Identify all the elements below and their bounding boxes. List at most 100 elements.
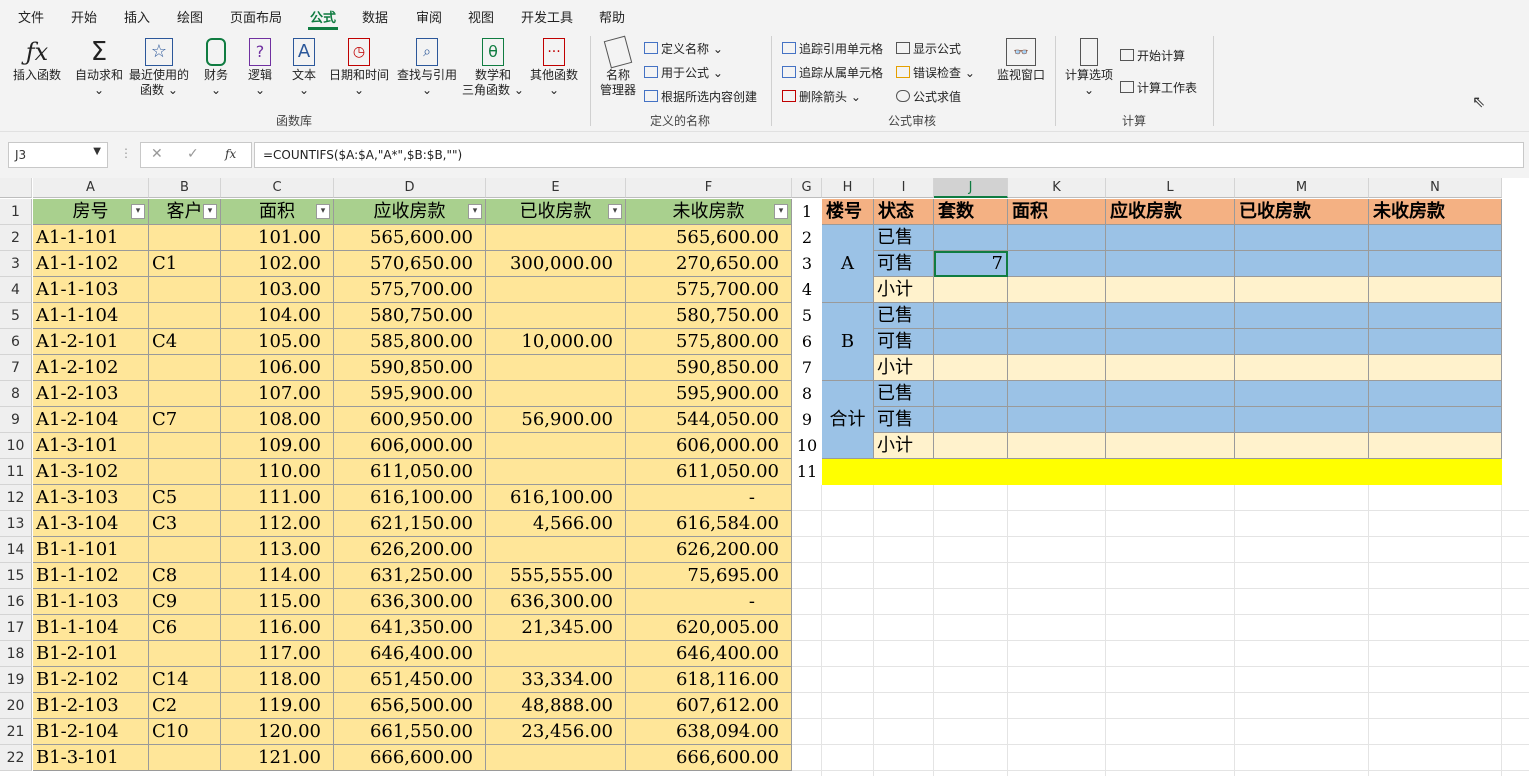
table-cell[interactable]: 616,100.00	[334, 485, 486, 511]
table-cell[interactable]: 555,555.00	[486, 563, 626, 589]
table-cell[interactable]: 646,400.00	[334, 641, 486, 667]
table-cell[interactable]: 606,000.00	[626, 433, 792, 459]
table-cell[interactable]: 118.00	[221, 667, 334, 693]
calc-options-button[interactable]: 计算选项 ⌄	[1062, 38, 1116, 98]
table-cell[interactable]: C2	[149, 693, 221, 719]
table-cell[interactable]: A1-1-101	[33, 225, 149, 251]
table-cell[interactable]: 575,700.00	[334, 277, 486, 303]
menu-tab[interactable]: 开始	[71, 7, 97, 26]
table-cell[interactable]: 111.00	[221, 485, 334, 511]
table-cell[interactable]: B1-3-101	[33, 745, 149, 771]
table-cell[interactable]: 23,456.00	[486, 719, 626, 745]
menu-tab[interactable]: 数据	[362, 7, 388, 26]
table-cell[interactable]: 606,000.00	[334, 433, 486, 459]
row-header[interactable]: 9	[0, 407, 32, 433]
summary-cell[interactable]	[1369, 225, 1502, 251]
column-header[interactable]: J	[934, 178, 1008, 198]
column-header[interactable]: H	[822, 178, 874, 198]
table-cell[interactable]: 565,600.00	[334, 225, 486, 251]
filter-dropdown-icon[interactable]: ▾	[316, 204, 330, 219]
row-header[interactable]: 22	[0, 745, 32, 771]
table-cell[interactable]: 620,005.00	[626, 615, 792, 641]
table-cell[interactable]: 641,350.00	[334, 615, 486, 641]
summary-cell[interactable]	[1008, 303, 1106, 329]
table-cell[interactable]	[486, 459, 626, 485]
summary-cell[interactable]	[1106, 225, 1235, 251]
table-cell[interactable]: 611,050.00	[626, 459, 792, 485]
row-header[interactable]: 7	[0, 355, 32, 381]
filter-dropdown-icon[interactable]: ▾	[203, 204, 217, 219]
summary-cell[interactable]	[1369, 381, 1502, 407]
table-cell[interactable]	[149, 277, 221, 303]
table-cell[interactable]: -	[626, 485, 792, 511]
table-cell[interactable]	[486, 225, 626, 251]
table-cell[interactable]	[486, 355, 626, 381]
status-cell[interactable]: 可售	[874, 329, 934, 355]
row-header[interactable]: 19	[0, 667, 32, 693]
table-cell[interactable]: 107.00	[221, 381, 334, 407]
table-cell[interactable]: C9	[149, 589, 221, 615]
table-cell[interactable]: C6	[149, 615, 221, 641]
table-cell[interactable]: 103.00	[221, 277, 334, 303]
table-cell[interactable]: 117.00	[221, 641, 334, 667]
table-cell[interactable]: 618,116.00	[626, 667, 792, 693]
table-cell[interactable]	[149, 355, 221, 381]
table-cell[interactable]: 75,695.00	[626, 563, 792, 589]
summary-cell[interactable]	[1369, 303, 1502, 329]
table-cell[interactable]: 544,050.00	[626, 407, 792, 433]
row-header[interactable]: 1	[0, 199, 32, 225]
summary-cell[interactable]	[934, 225, 1008, 251]
table-cell[interactable]: B1-2-102	[33, 667, 149, 693]
trace-precedents-button[interactable]: 追踪引用单元格	[782, 40, 883, 57]
summary-cell[interactable]	[1106, 303, 1235, 329]
table-cell[interactable]: 109.00	[221, 433, 334, 459]
menu-tab[interactable]: 公式	[310, 7, 336, 26]
row-header[interactable]: 6	[0, 329, 32, 355]
summary-cell[interactable]	[1106, 251, 1235, 277]
column-header[interactable]: K	[1008, 178, 1106, 198]
table-cell[interactable]: B1-1-101	[33, 537, 149, 563]
table-cell[interactable]: 270,650.00	[626, 251, 792, 277]
table-cell[interactable]: B1-1-102	[33, 563, 149, 589]
table-cell[interactable]: 21,345.00	[486, 615, 626, 641]
summary-cell[interactable]	[1008, 329, 1106, 355]
table-cell[interactable]: 661,550.00	[334, 719, 486, 745]
row-header[interactable]: 20	[0, 693, 32, 719]
summary-cell[interactable]	[1106, 433, 1235, 459]
menu-tab[interactable]: 开发工具	[521, 7, 573, 26]
column-header[interactable]: M	[1235, 178, 1369, 198]
define-name-button[interactable]: 定义名称 ⌄	[644, 40, 723, 57]
table-cell[interactable]	[149, 381, 221, 407]
summary-cell[interactable]	[1008, 433, 1106, 459]
summary-cell[interactable]	[934, 303, 1008, 329]
spreadsheet-grid[interactable]: A B C D E F G H I J K L M N 1 2 3 4 5 6 7 8 9 10 11 12 13 14 15 16 17 1…	[0, 178, 1529, 776]
table-cell[interactable]	[149, 745, 221, 771]
table-cell[interactable]: 631,250.00	[334, 563, 486, 589]
summary-cell[interactable]	[934, 433, 1008, 459]
table-cell[interactable]	[149, 433, 221, 459]
table-cell[interactable]: 638,094.00	[626, 719, 792, 745]
summary-cell[interactable]	[934, 381, 1008, 407]
summary-cell[interactable]	[1008, 277, 1106, 303]
table-cell[interactable]: 120.00	[221, 719, 334, 745]
column-header[interactable]: D	[334, 178, 486, 198]
table-cell[interactable]: C4	[149, 329, 221, 355]
table-cell[interactable]: B1-1-103	[33, 589, 149, 615]
table-cell[interactable]: 113.00	[221, 537, 334, 563]
table-cell[interactable]	[486, 537, 626, 563]
table-cell[interactable]: 4,566.00	[486, 511, 626, 537]
summary-cell[interactable]	[1106, 407, 1235, 433]
summary-cell[interactable]	[1369, 407, 1502, 433]
table-cell[interactable]: 10,000.00	[486, 329, 626, 355]
select-all-corner[interactable]	[0, 178, 32, 198]
cancel-icon[interactable]: ✕	[151, 146, 163, 162]
table-cell[interactable]: 101.00	[221, 225, 334, 251]
lookup-button[interactable]: ⌕ 查找与引用 ⌄	[396, 38, 458, 98]
table-cell[interactable]: C10	[149, 719, 221, 745]
datetime-button[interactable]: ◷ 日期和时间 ⌄	[328, 38, 390, 98]
row-header[interactable]: 17	[0, 615, 32, 641]
table-cell[interactable]: 119.00	[221, 693, 334, 719]
summary-cell[interactable]	[934, 355, 1008, 381]
summary-cell[interactable]	[934, 407, 1008, 433]
table-cell[interactable]	[486, 277, 626, 303]
